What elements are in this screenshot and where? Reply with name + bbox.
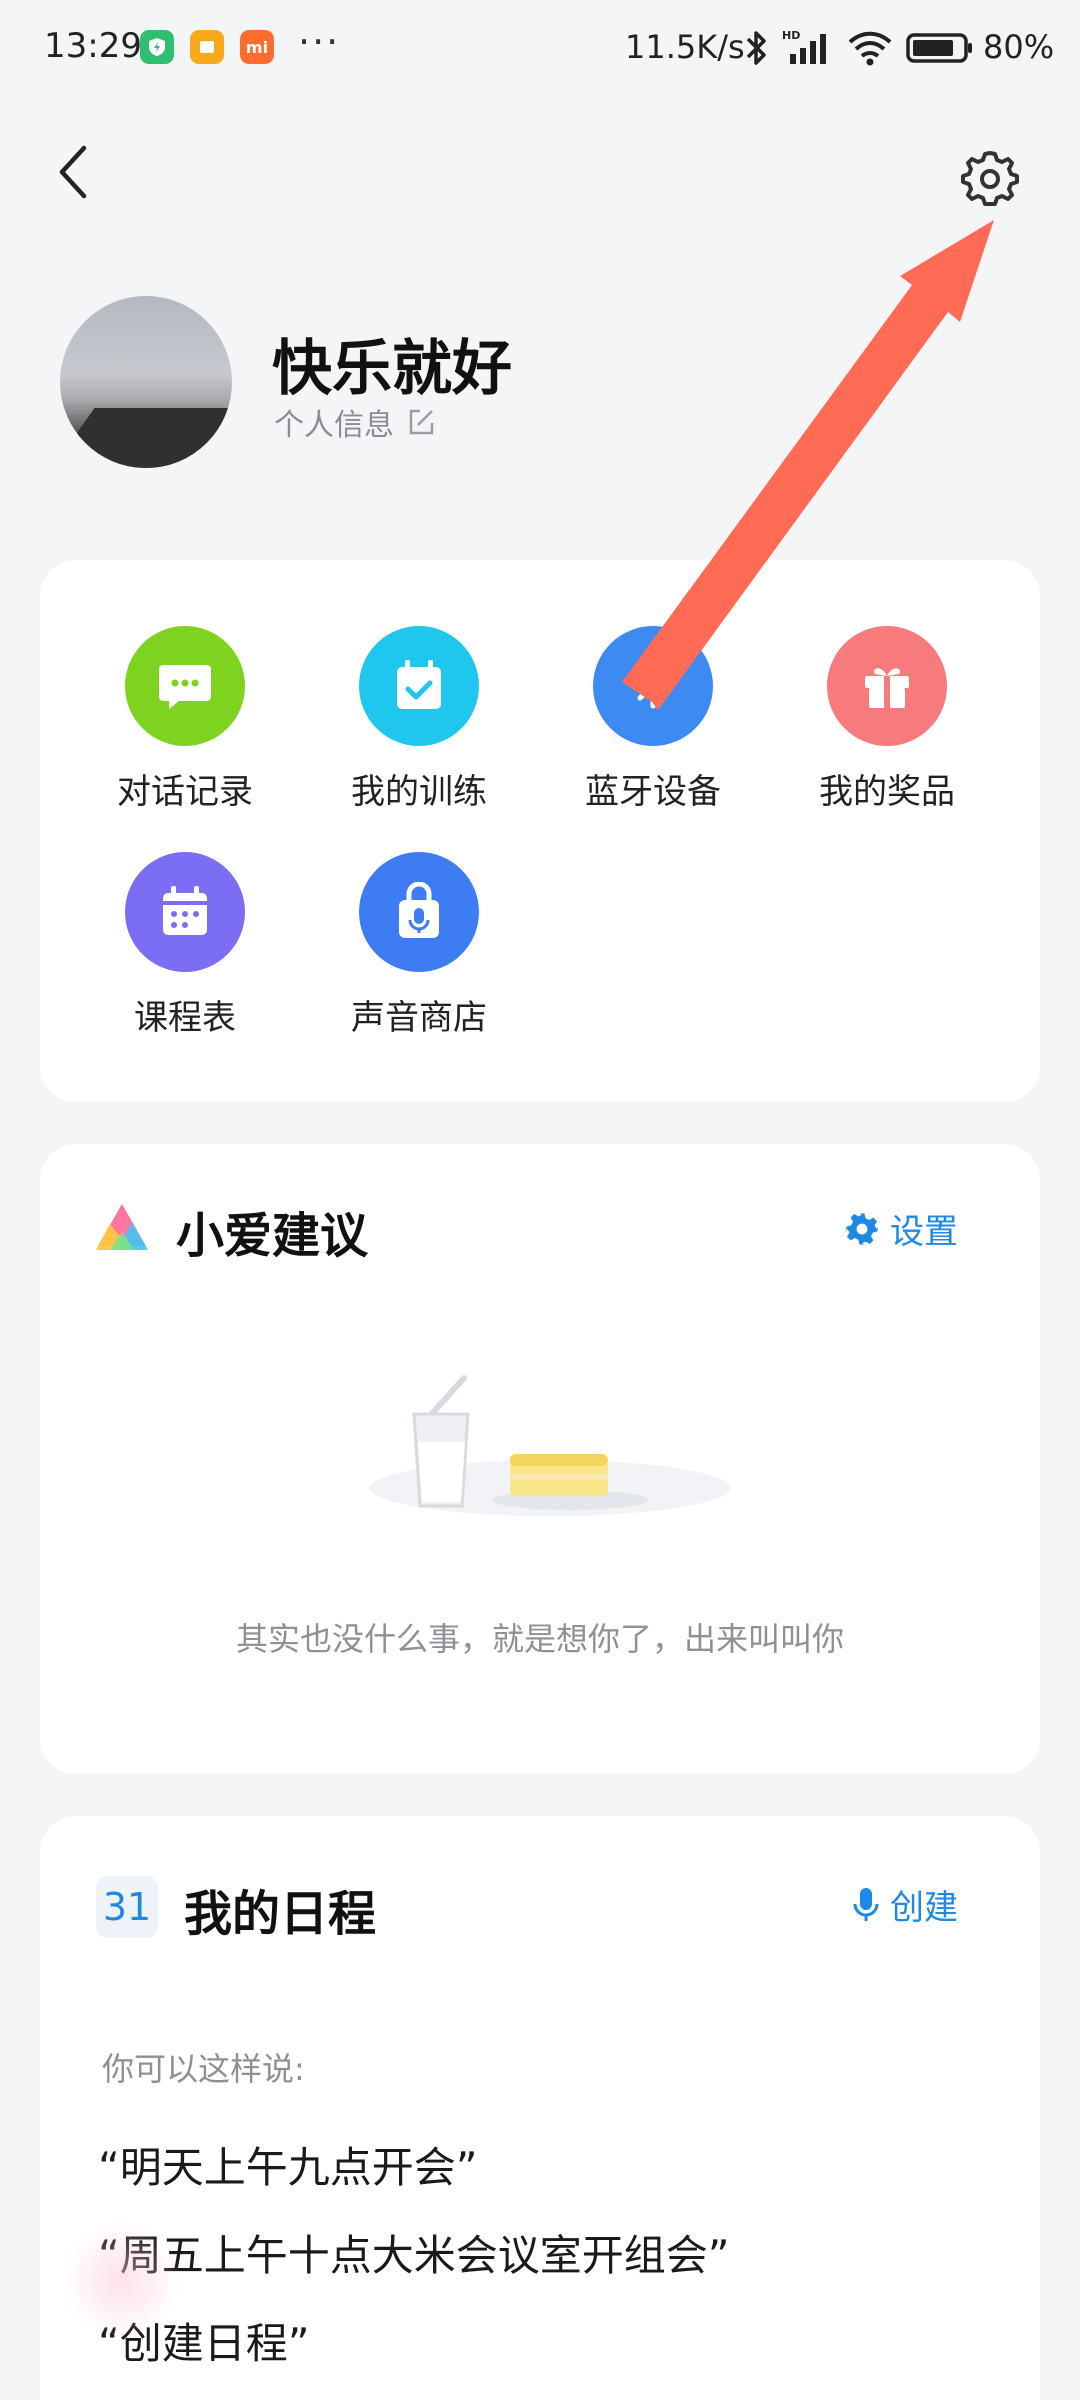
suggestion-title: 小爱建议 — [176, 1208, 369, 1264]
user-name[interactable]: 快乐就好 — [272, 320, 512, 407]
mi-app-icon: mi — [240, 30, 274, 64]
schedule-example[interactable]: “周五上午十点大米会议室开组会” — [98, 2222, 730, 2283]
milk-and-cake-illustration — [370, 1375, 730, 1516]
xiaoai-suggestion-card: 小爱建议 设置 其实也没什么事，就是想你了，出来叫叫你 — [40, 1144, 1040, 1774]
status-time: 13:29 — [44, 26, 142, 66]
bluetooth-devices-label: 蓝牙设备 — [585, 772, 721, 812]
edit-icon — [409, 409, 434, 435]
notes-app-icon — [190, 30, 224, 64]
chevron-left-icon — [59, 145, 87, 199]
course-schedule-label: 课程表 — [134, 998, 236, 1038]
create-schedule-button[interactable]: 创建 — [852, 1880, 958, 1929]
wifi-icon — [846, 28, 894, 72]
security-app-icon — [140, 30, 174, 64]
personal-info-label: 个人信息 — [274, 408, 394, 443]
suggestion-settings-label: 设置 — [890, 1212, 958, 1252]
sound-store-label: 声音商店 — [351, 998, 487, 1038]
battery-icon — [906, 32, 974, 68]
settings-button[interactable] — [960, 148, 1020, 208]
chat-history-label: 对话记录 — [117, 772, 253, 812]
my-prizes-label: 我的奖品 — [819, 772, 955, 812]
xiaoai-logo-icon — [96, 1204, 148, 1250]
my-training-item[interactable]: 我的训练 — [319, 626, 519, 813]
microphone-icon — [853, 1887, 879, 1921]
more-notifications-icon: ··· — [298, 20, 341, 64]
gear-icon — [961, 151, 1019, 206]
chat-history-item[interactable]: 对话记录 — [85, 626, 285, 813]
avatar[interactable] — [60, 296, 232, 468]
create-schedule-label: 创建 — [890, 1888, 958, 1928]
gear-icon — [846, 1212, 878, 1245]
suggestion-empty-text: 其实也没什么事，就是想你了，出来叫叫你 — [235, 1620, 844, 1658]
my-prizes-item[interactable]: 我的奖品 — [787, 626, 987, 813]
signal-icon: HD — [782, 28, 836, 72]
floating-assistant-ball[interactable] — [62, 2220, 182, 2340]
my-training-label: 我的训练 — [351, 772, 487, 812]
chat-icon — [125, 626, 245, 746]
schedule-title: 我的日程 — [184, 1886, 377, 1942]
course-schedule-item[interactable]: 课程表 — [85, 852, 285, 1039]
status-bar: 13:29 mi ··· 11.5K/s HD 80% — [0, 0, 1080, 96]
back-button[interactable] — [50, 140, 100, 204]
my-schedule-card: 31 我的日程 创建 你可以这样说: “明天上午九点开会” “周五上午十点大米会… — [40, 1816, 1040, 2400]
gift-icon — [827, 626, 947, 746]
sound-store-item[interactable]: 声音商店 — [319, 852, 519, 1039]
bluetooth-icon — [593, 626, 713, 746]
bluetooth-devices-item[interactable]: 蓝牙设备 — [553, 626, 753, 813]
suggestion-settings-button[interactable]: 设置 — [844, 1204, 958, 1253]
schedule-hint: 你可以这样说: — [102, 2050, 305, 2088]
personal-info-link[interactable]: 个人信息 — [274, 400, 436, 444]
quick-actions-card: 对话记录 我的训练 蓝牙设备 我的奖品 课程表 声音商店 — [40, 560, 1040, 1102]
hd-label: HD — [782, 29, 800, 42]
calendar-day-badge: 31 — [96, 1876, 158, 1938]
shopping-bag-mic-icon — [359, 852, 479, 972]
network-speed: 11.5K/s — [625, 28, 745, 66]
bluetooth-status-icon — [742, 28, 770, 72]
battery-percent: 80% — [983, 28, 1055, 66]
calendar-check-icon — [359, 626, 479, 746]
schedule-example[interactable]: “明天上午九点开会” — [98, 2134, 478, 2195]
calendar-grid-icon — [125, 852, 245, 972]
